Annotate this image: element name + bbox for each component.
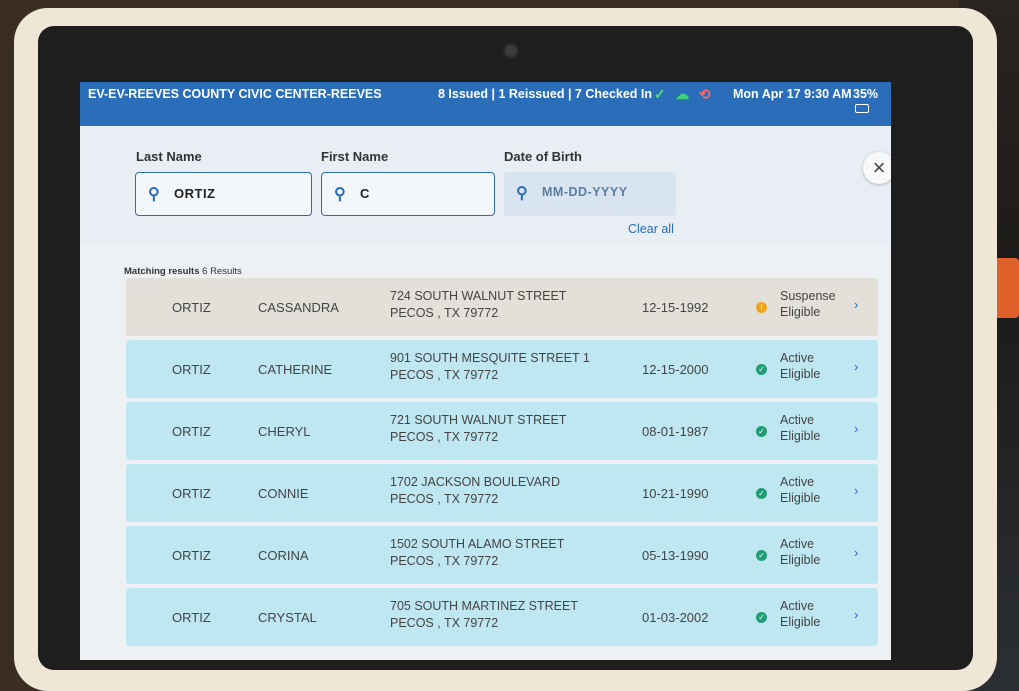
search-icon: ⚲ bbox=[148, 186, 160, 203]
status-line2: Eligible bbox=[780, 491, 821, 505]
dob-input[interactable]: ⚲ MM-DD-YYYY bbox=[504, 172, 676, 216]
result-row[interactable]: ORTIZ CONNIE 1702 JACKSON BOULEVARD PECOS… bbox=[126, 464, 878, 522]
city: PECOS , TX 79772 bbox=[390, 492, 499, 506]
dob-cell: 01-03-2002 bbox=[642, 610, 709, 625]
city: PECOS , TX 79772 bbox=[390, 368, 499, 382]
address-cell: 724 SOUTH WALNUT STREET PECOS , TX 79772 bbox=[390, 288, 566, 322]
status-cell: Suspense Eligible bbox=[766, 288, 836, 320]
chevron-right-icon: › bbox=[854, 483, 859, 498]
status-line1: Active bbox=[780, 537, 815, 551]
street: 721 SOUTH WALNUT STREET bbox=[390, 413, 567, 427]
address-cell: 705 SOUTH MARTINEZ STREET PECOS , TX 7977… bbox=[390, 598, 578, 632]
first-name-cell: CORINA bbox=[258, 548, 309, 563]
first-name-cell: CONNIE bbox=[258, 486, 309, 501]
status-line1: Active bbox=[780, 413, 815, 427]
clear-all-link[interactable]: Clear all bbox=[628, 222, 674, 236]
first-name-label: First Name bbox=[321, 149, 389, 164]
status-line1: Active bbox=[780, 599, 815, 613]
first-name-cell: CHERYL bbox=[258, 424, 311, 439]
last-name-cell: ORTIZ bbox=[172, 300, 211, 315]
status-cell: Active Eligible bbox=[766, 412, 820, 444]
dob-cell: 12-15-1992 bbox=[642, 300, 709, 315]
status-bar: EV-EV-REEVES COUNTY CIVIC CENTER-REEVES … bbox=[80, 82, 891, 126]
status-line2: Eligible bbox=[780, 615, 821, 629]
camera-icon bbox=[503, 43, 519, 59]
results-count: 6 Results bbox=[202, 266, 242, 277]
dob-label: Date of Birth bbox=[504, 149, 582, 164]
dob-placeholder: MM-DD-YYYY bbox=[542, 185, 628, 199]
street: 1702 JACKSON BOULEVARD bbox=[390, 475, 560, 489]
search-panel: × Last Name ⚲ ORTIZ First Name ⚲ C Date … bbox=[80, 126, 891, 246]
check-icon: ✓ bbox=[654, 86, 666, 102]
chevron-right-icon: › bbox=[854, 607, 859, 622]
result-row[interactable]: ORTIZ CRYSTAL 705 SOUTH MARTINEZ STREET P… bbox=[126, 588, 878, 646]
last-name-label: Last Name bbox=[136, 149, 202, 164]
dob-cell: 08-01-1987 bbox=[642, 424, 709, 439]
address-cell: 721 SOUTH WALNUT STREET PECOS , TX 79772 bbox=[390, 412, 566, 446]
last-name-cell: ORTIZ bbox=[172, 548, 211, 563]
battery-status: 35% bbox=[853, 87, 891, 115]
status-cell: Active Eligible bbox=[766, 598, 820, 630]
last-name-value: ORTIZ bbox=[174, 186, 216, 201]
search-icon: ⚲ bbox=[516, 185, 528, 202]
status-cell: Active Eligible bbox=[766, 474, 820, 506]
last-name-input[interactable]: ⚲ ORTIZ bbox=[135, 172, 312, 216]
first-name-cell: CATHERINE bbox=[258, 362, 333, 377]
results-label: Matching results 6 Results bbox=[124, 266, 242, 277]
result-row[interactable]: ORTIZ CHERYL 721 SOUTH WALNUT STREET PECO… bbox=[126, 402, 878, 460]
address-cell: 901 SOUTH MESQUITE STREET 1 PECOS , TX 79… bbox=[390, 350, 590, 384]
status-icons: ✓ ☁ ⟲ bbox=[654, 86, 716, 103]
status-line2: Eligible bbox=[780, 367, 821, 381]
address-cell: 1702 JACKSON BOULEVARD PECOS , TX 79772 bbox=[390, 474, 560, 508]
city: PECOS , TX 79772 bbox=[390, 554, 499, 568]
dob-cell: 12-15-2000 bbox=[642, 362, 709, 377]
battery-percent: 35% bbox=[853, 87, 879, 101]
street: 901 SOUTH MESQUITE STREET 1 bbox=[390, 351, 590, 365]
last-name-cell: ORTIZ bbox=[172, 610, 211, 625]
street: 724 SOUTH WALNUT STREET bbox=[390, 289, 567, 303]
status-line1: Active bbox=[780, 351, 815, 365]
chevron-right-icon: › bbox=[854, 297, 859, 312]
datetime: Mon Apr 17 9:30 AM bbox=[733, 87, 852, 101]
first-name-cell: CASSANDRA bbox=[258, 300, 339, 315]
result-row[interactable]: ORTIZ CATHERINE 901 SOUTH MESQUITE STREE… bbox=[126, 340, 878, 398]
result-row[interactable]: ORTIZ CORINA 1502 SOUTH ALAMO STREET PECO… bbox=[126, 526, 878, 584]
status-line2: Eligible bbox=[780, 429, 821, 443]
status-cell: Active Eligible bbox=[766, 536, 820, 568]
last-name-cell: ORTIZ bbox=[172, 486, 211, 501]
first-name-input[interactable]: ⚲ C bbox=[321, 172, 495, 216]
city: PECOS , TX 79772 bbox=[390, 430, 499, 444]
dob-cell: 05-13-1990 bbox=[642, 548, 709, 563]
status-line1: Suspense bbox=[780, 289, 836, 303]
results-list: ORTIZ CASSANDRA 724 SOUTH WALNUT STREET P… bbox=[126, 278, 878, 650]
street: 705 SOUTH MARTINEZ STREET bbox=[390, 599, 578, 613]
battery-icon bbox=[855, 104, 869, 114]
tablet-screen: EV-EV-REEVES COUNTY CIVIC CENTER-REEVES … bbox=[80, 82, 891, 660]
address-cell: 1502 SOUTH ALAMO STREET PECOS , TX 79772 bbox=[390, 536, 564, 570]
last-name-cell: ORTIZ bbox=[172, 362, 211, 377]
sync-icon: ⟲ bbox=[698, 86, 711, 102]
location-name: EV-EV-REEVES COUNTY CIVIC CENTER-REEVES bbox=[88, 87, 382, 101]
status-line2: Eligible bbox=[780, 305, 821, 319]
city: PECOS , TX 79772 bbox=[390, 306, 499, 320]
search-icon: ⚲ bbox=[334, 186, 346, 203]
last-name-cell: ORTIZ bbox=[172, 424, 211, 439]
status-line2: Eligible bbox=[780, 553, 821, 567]
chevron-right-icon: › bbox=[854, 545, 859, 560]
dob-cell: 10-21-1990 bbox=[642, 486, 709, 501]
status-cell: Active Eligible bbox=[766, 350, 820, 382]
result-row[interactable]: ORTIZ CASSANDRA 724 SOUTH WALNUT STREET P… bbox=[126, 278, 878, 336]
results-title: Matching results bbox=[124, 266, 200, 277]
chevron-right-icon: › bbox=[854, 421, 859, 436]
first-name-value: C bbox=[360, 186, 370, 201]
chevron-right-icon: › bbox=[854, 359, 859, 374]
first-name-cell: CRYSTAL bbox=[258, 610, 317, 625]
street: 1502 SOUTH ALAMO STREET bbox=[390, 537, 565, 551]
city: PECOS , TX 79772 bbox=[390, 616, 499, 630]
close-button[interactable]: × bbox=[863, 152, 891, 184]
status-line1: Active bbox=[780, 475, 815, 489]
ballot-counts: 8 Issued | 1 Reissued | 7 Checked In bbox=[438, 87, 653, 101]
cloud-icon: ☁ bbox=[675, 86, 690, 102]
